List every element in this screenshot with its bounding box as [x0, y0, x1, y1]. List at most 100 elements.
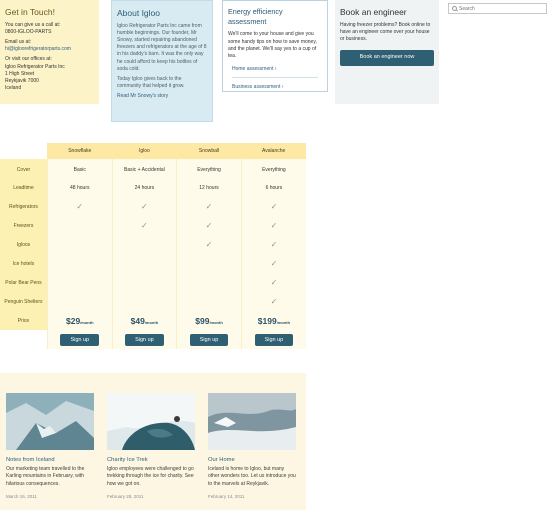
table-cell: ✓	[111, 197, 177, 216]
table-cell: ✓	[240, 292, 306, 311]
contact-address: Or visit our offices at: Igloo Refrigera…	[5, 56, 65, 91]
table-cell: ✓	[176, 235, 242, 254]
table-cell	[176, 254, 242, 273]
about-card: About Igloo Igloo Refrigerator Parts Inc…	[111, 0, 213, 122]
news-date: February 14, 2011	[208, 493, 245, 499]
energy-title: Energy efficiency assessment	[228, 7, 283, 27]
row-label: Polar Bear Pens	[0, 273, 48, 292]
signup-spacer	[0, 330, 47, 349]
news-title[interactable]: Notes from Iceland	[6, 457, 94, 463]
signup-button-avalanche[interactable]: Sign up	[254, 333, 294, 346]
table-cell: Everything	[176, 159, 242, 178]
pricing-table: Snowflake Igloo Snowball Avalanche Cover…	[0, 143, 306, 349]
signup-cell: Sign up	[46, 330, 113, 349]
table-cell	[46, 292, 113, 311]
news-date: March 16, 2011	[6, 493, 37, 499]
table-cell: Basic + Accidental	[111, 159, 177, 178]
table-cell	[111, 273, 177, 292]
table-cell	[46, 273, 113, 292]
table-row: Igloos ✓ ✓	[0, 235, 306, 254]
news-item: Notes from Iceland Our marketing team tr…	[6, 393, 94, 510]
price-label: Price	[0, 311, 48, 330]
signup-button-snowball[interactable]: Sign up	[189, 333, 229, 346]
table-cell: 24 hours	[111, 178, 177, 197]
per-month: /month	[276, 319, 291, 325]
row-label: Ice hotels	[0, 254, 48, 273]
pricing-header-row: Snowflake Igloo Snowball Avalanche	[0, 143, 306, 159]
contact-email-link[interactable]: hi@igloorefrigeratorparts.com	[5, 46, 71, 52]
signup-button-igloo[interactable]: Sign up	[125, 333, 164, 346]
book-engineer-button[interactable]: Book an engineer now	[340, 50, 434, 67]
home-assessment-link[interactable]: Home assessment ›	[232, 66, 318, 78]
table-cell	[176, 292, 242, 311]
news-item: Charity Ice Trek Igloo employees were ch…	[107, 393, 195, 510]
news-title[interactable]: Our Home	[208, 457, 296, 463]
table-cell: 6 hours	[240, 178, 306, 197]
per-month: /month	[209, 319, 223, 325]
energy-card: Energy efficiency assessment We'll come …	[222, 0, 328, 92]
news-image-ice-trek[interactable]	[107, 393, 195, 450]
business-assessment-link[interactable]: Business assessment ›	[232, 84, 318, 91]
price-igloo: $49	[130, 315, 145, 326]
check-icon: ✓	[270, 240, 278, 249]
table-cell	[111, 235, 177, 254]
row-label: Leadtime	[0, 178, 48, 197]
row-label: Cover	[0, 159, 48, 178]
row-label: Igloos	[0, 235, 48, 254]
plan-snowball: Snowball	[176, 143, 242, 159]
check-icon: ✓	[76, 202, 84, 211]
price-avalanche: $199	[257, 315, 277, 326]
price-cell: $199/month	[240, 311, 306, 330]
table-cell: ✓	[176, 216, 242, 235]
table-cell	[176, 273, 242, 292]
engineer-text: Having freezer problems? Book online to …	[340, 22, 431, 43]
check-icon: ✓	[205, 221, 213, 230]
about-story-link[interactable]: Read Mr Snowy's story	[117, 93, 168, 99]
contact-card: Get in Touch! You can give us a call at:…	[0, 0, 99, 104]
news-image-iceland[interactable]	[6, 393, 94, 450]
table-cell: ✓	[240, 197, 306, 216]
price-cell: $99/month	[176, 311, 242, 330]
price-snowflake: $29	[66, 315, 81, 326]
table-row: Refrigerators ✓ ✓ ✓ ✓	[0, 197, 306, 216]
signup-button-snowflake[interactable]: Sign up	[60, 333, 100, 346]
news-title[interactable]: Charity Ice Trek	[107, 457, 195, 463]
about-title: About Igloo	[117, 8, 161, 18]
contact-phone: 0800-IGLOO-PARTS	[5, 29, 52, 36]
pricing-corner	[0, 143, 47, 159]
table-row: Freezers ✓ ✓ ✓	[0, 216, 306, 235]
plan-igloo: Igloo	[112, 143, 177, 159]
check-icon: ✓	[141, 221, 148, 230]
signup-cell: Sign up	[240, 330, 306, 349]
check-icon: ✓	[141, 202, 148, 211]
signup-cell: Sign up	[176, 330, 242, 349]
per-month: /month	[80, 319, 94, 325]
table-cell: ✓	[240, 273, 306, 292]
engineer-title: Book an engineer	[340, 7, 407, 17]
news-text: Igloo employees were challenged to go tr…	[107, 466, 194, 487]
table-cell: 12 hours	[176, 178, 242, 197]
table-cell: ✓	[240, 254, 306, 273]
table-cell: Everything	[240, 159, 306, 178]
price-cell: $29/month	[46, 311, 113, 330]
row-label: Refrigerators	[0, 197, 48, 216]
search-input[interactable]	[459, 5, 539, 12]
table-row: Cover Basic Basic + Accidental Everythin…	[0, 159, 306, 178]
table-cell	[46, 216, 113, 235]
table-cell: ✓	[111, 216, 177, 235]
row-label: Freezers	[0, 216, 48, 235]
news-date: February 28, 2011	[107, 493, 144, 499]
contact-call: You can give us a call at: 0800-IGLOO-PAR…	[5, 22, 61, 36]
check-icon: ✓	[270, 297, 278, 306]
table-row: Leadtime 48 hours 24 hours 12 hours 6 ho…	[0, 178, 306, 197]
table-row: Penguin Shelters ✓	[0, 292, 306, 311]
check-icon: ✓	[270, 221, 278, 230]
table-cell	[111, 254, 177, 273]
check-icon: ✓	[270, 278, 278, 287]
table-cell: ✓	[176, 197, 242, 216]
table-row: Polar Bear Pens ✓	[0, 273, 306, 292]
news-image-home[interactable]	[208, 393, 296, 450]
plan-snowflake: Snowflake	[47, 143, 113, 159]
news-item: Our Home Iceland is home to Igloo, but m…	[208, 393, 296, 510]
table-cell: ✓	[46, 197, 113, 216]
